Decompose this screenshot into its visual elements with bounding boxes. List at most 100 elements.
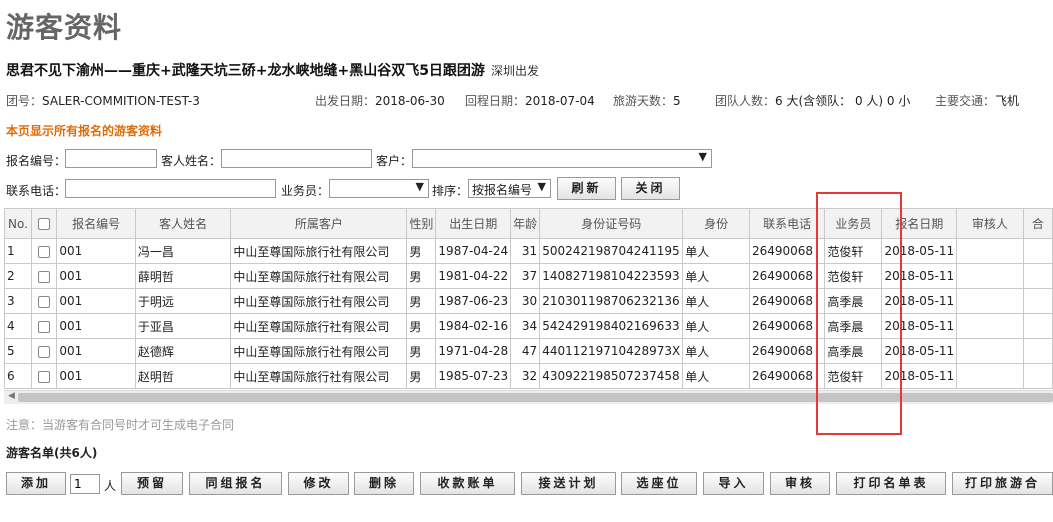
group-register-button[interactable]: 同组报名 xyxy=(189,472,282,495)
scroll-left-arrow-icon[interactable]: ◀ xyxy=(8,391,15,401)
cell-reviewer xyxy=(956,288,1024,314)
reg-no-input[interactable] xyxy=(65,149,157,168)
cell-no: 5 xyxy=(4,338,32,364)
cell-age: 32 xyxy=(510,363,541,389)
sort-select[interactable]: 按报名编号 ▼ xyxy=(468,179,551,198)
print-contract-button[interactable]: 打印旅游合 xyxy=(952,472,1053,495)
cell-no: 3 xyxy=(4,288,32,314)
return-date-info: 回程日期：2018-07-04 xyxy=(465,92,595,109)
select-seat-button[interactable]: 选座位 xyxy=(621,472,697,495)
row-checkbox[interactable] xyxy=(38,345,51,358)
cell-id-number: 430922198507237458 xyxy=(539,363,684,389)
cell-customer: 中山至尊国际旅行社有限公司 xyxy=(230,363,408,389)
days-value: 5 xyxy=(673,94,681,108)
row-checkbox[interactable] xyxy=(38,270,51,283)
cell-guest-name: 赵德辉 xyxy=(134,338,232,364)
return-date-label: 回程日期： xyxy=(465,94,526,108)
cell-reviewer xyxy=(956,238,1024,264)
cell-birth-date: 1987-04-24 xyxy=(435,238,512,264)
reserve-button[interactable]: 预留 xyxy=(121,472,183,495)
cell-reg-no: 001 xyxy=(56,263,136,289)
cell-reg-no: 001 xyxy=(56,338,136,364)
col-header-gender: 性别 xyxy=(406,208,437,239)
delete-button[interactable]: 删除 xyxy=(354,472,414,495)
group-no-value: SALER-COMMITION-TEST-3 xyxy=(42,94,200,108)
cell-guest-name: 薛明哲 xyxy=(134,263,232,289)
chevron-down-icon: ▼ xyxy=(698,150,707,163)
row-checkbox[interactable] xyxy=(38,295,51,308)
contract-note: 注意：当游客有合同号时才可生成电子合同 xyxy=(6,418,235,432)
cell-phone: 26490068 xyxy=(748,288,826,314)
cell-gender: 男 xyxy=(406,263,437,289)
cell-id-number: 210301198706232136 xyxy=(539,288,684,314)
cell-phone: 26490068 xyxy=(748,263,826,289)
cell-customer: 中山至尊国际旅行社有限公司 xyxy=(230,263,408,289)
row-checkbox[interactable] xyxy=(38,245,51,258)
cell-id-number: 140827198104223593 xyxy=(539,263,684,289)
cell-reviewer xyxy=(956,263,1024,289)
cell-birth-date: 1981-04-22 xyxy=(435,263,512,289)
depart-date-value: 2018-06-30 xyxy=(375,94,445,108)
phone-label: 联系电话： xyxy=(6,184,67,198)
customer-label: 客户： xyxy=(376,154,413,168)
transport-info: 主要交通：飞机 xyxy=(935,92,1019,109)
cell-guest-name: 于明远 xyxy=(134,288,232,314)
cell-select xyxy=(30,238,58,264)
close-button[interactable]: 关闭 xyxy=(621,177,680,200)
customer-select[interactable]: ▼ xyxy=(412,149,712,168)
col-header-contract: 合 xyxy=(1022,208,1053,239)
cell-gender: 男 xyxy=(406,338,437,364)
cell-contract xyxy=(1022,363,1053,389)
add-button[interactable]: 添加 xyxy=(6,472,66,495)
cell-customer: 中山至尊国际旅行社有限公司 xyxy=(230,288,408,314)
cell-select xyxy=(30,363,58,389)
refresh-button[interactable]: 刷新 xyxy=(557,177,616,200)
group-no-label: 团号： xyxy=(6,94,43,108)
col-header-guest-name: 客人姓名 xyxy=(134,208,232,239)
cell-role: 单人 xyxy=(682,238,750,264)
phone-input[interactable] xyxy=(65,179,276,198)
tour-title: 思君不见下渝州——重庆+武隆天坑三硚+龙水峡地缝+黑山谷双飞5日跟团游 深圳出发 xyxy=(6,60,539,80)
days-info: 旅游天数：5 xyxy=(613,92,681,109)
group-size-info: 团队人数：6 大(含领队： 0 人) 0 小 xyxy=(715,92,910,109)
cell-phone: 26490068 xyxy=(748,363,826,389)
depart-date-label: 出发日期： xyxy=(315,94,376,108)
col-header-reg-no: 报名编号 xyxy=(56,208,136,239)
cell-customer: 中山至尊国际旅行社有限公司 xyxy=(230,238,408,264)
cell-guest-name: 冯一昌 xyxy=(134,238,232,264)
cell-reg-no: 001 xyxy=(56,238,136,264)
cell-contract xyxy=(1022,313,1053,339)
add-count-input[interactable] xyxy=(70,474,100,494)
cell-age: 37 xyxy=(510,263,541,289)
cell-birth-date: 1984-02-16 xyxy=(435,313,512,339)
cell-phone: 26490068 xyxy=(748,238,826,264)
cell-contract xyxy=(1022,263,1053,289)
row-checkbox[interactable] xyxy=(38,370,51,383)
cell-age: 31 xyxy=(510,238,541,264)
group-size-label: 团队人数： xyxy=(715,94,776,108)
print-list-button[interactable]: 打印名单表 xyxy=(836,472,946,495)
page-title: 游客资料 xyxy=(6,11,123,44)
import-button[interactable]: 导入 xyxy=(703,472,764,495)
cell-reg-no: 001 xyxy=(56,313,136,339)
cell-id-number: 44011219710428973X xyxy=(539,338,684,364)
select-all-checkbox[interactable] xyxy=(38,218,51,230)
depart-date-info: 出发日期：2018-06-30 xyxy=(315,92,445,109)
cell-select xyxy=(30,313,58,339)
cell-role: 单人 xyxy=(682,263,750,289)
col-header-role: 身份 xyxy=(682,208,750,239)
cell-no: 4 xyxy=(4,313,32,339)
review-button[interactable]: 审核 xyxy=(770,472,830,495)
transfer-plan-button[interactable]: 接送计划 xyxy=(521,472,616,495)
group-no-info: 团号：SALER-COMMITION-TEST-3 xyxy=(6,92,200,109)
cell-no: 2 xyxy=(4,263,32,289)
salesman-select[interactable]: ▼ xyxy=(329,179,429,198)
cell-reg-no: 001 xyxy=(56,288,136,314)
payment-bill-button[interactable]: 收款账单 xyxy=(420,472,515,495)
guest-name-input[interactable] xyxy=(221,149,372,168)
cell-customer: 中山至尊国际旅行社有限公司 xyxy=(230,313,408,339)
chevron-down-icon: ▼ xyxy=(415,180,424,193)
row-checkbox[interactable] xyxy=(38,320,51,333)
edit-button[interactable]: 修改 xyxy=(288,472,349,495)
tour-name: 思君不见下渝州——重庆+武隆天坑三硚+龙水峡地缝+黑山谷双飞5日跟团游 xyxy=(6,63,485,79)
